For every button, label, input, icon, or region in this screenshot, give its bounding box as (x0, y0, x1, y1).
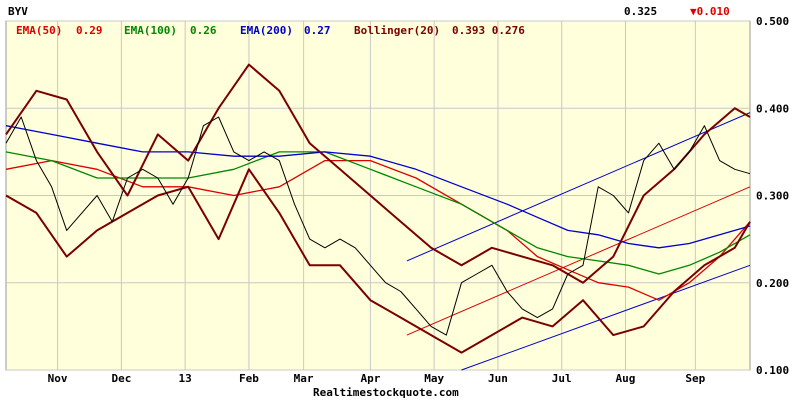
x-tick-label: Sep (685, 372, 705, 385)
legend-ema50-value: 0.29 (76, 24, 103, 37)
x-tick-label: May (424, 372, 444, 385)
legend-ema200-label: EMA(200) (240, 24, 293, 37)
x-tick-label: 13 (179, 372, 192, 385)
legend-ema200-value: 0.27 (304, 24, 331, 37)
x-tick-label: Mar (294, 372, 314, 385)
x-tick-label: Feb (239, 372, 259, 385)
x-tick-label: Jun (488, 372, 508, 385)
x-tick-label: Aug (616, 372, 636, 385)
last-price: 0.325 (624, 5, 657, 18)
ticker-symbol: BYV (8, 5, 28, 18)
x-tick-label: Dec (111, 372, 131, 385)
x-axis-ticks: Nov Dec 13 Feb Mar Apr May Jun Jul Aug Sep (48, 372, 706, 385)
y-axis-ticks: 0.500 0.400 0.300 0.200 0.100 (756, 15, 789, 377)
y-tick-label: 0.400 (756, 102, 789, 115)
price-change: ▼0.010 (690, 5, 730, 18)
legend-ema100-label: EMA(100) (124, 24, 177, 37)
watermark: Realtimestockquote.com (313, 386, 459, 399)
legend-bollinger-label: Bollinger(20) (354, 24, 440, 37)
x-tick-label: Apr (360, 372, 380, 385)
chart-stage: 0.500 0.400 0.300 0.200 0.100 Nov Dec 13 Feb Mar… (0, 0, 800, 400)
stock-chart: 0.500 0.400 0.300 0.200 0.100 Nov Dec 13 Feb Mar… (5, 5, 789, 399)
legend-bollinger-value: 0.393 0.276 (452, 24, 525, 37)
y-tick-label: 0.300 (756, 190, 789, 203)
x-tick-label: Nov (48, 372, 68, 385)
legend-ema50-label: EMA(50) (16, 24, 62, 37)
y-tick-label: 0.100 (756, 364, 789, 377)
y-tick-label: 0.200 (756, 277, 789, 290)
legend-ema100-value: 0.26 (190, 24, 217, 37)
x-tick-label: Jul (552, 372, 572, 385)
y-tick-label: 0.500 (756, 15, 789, 28)
